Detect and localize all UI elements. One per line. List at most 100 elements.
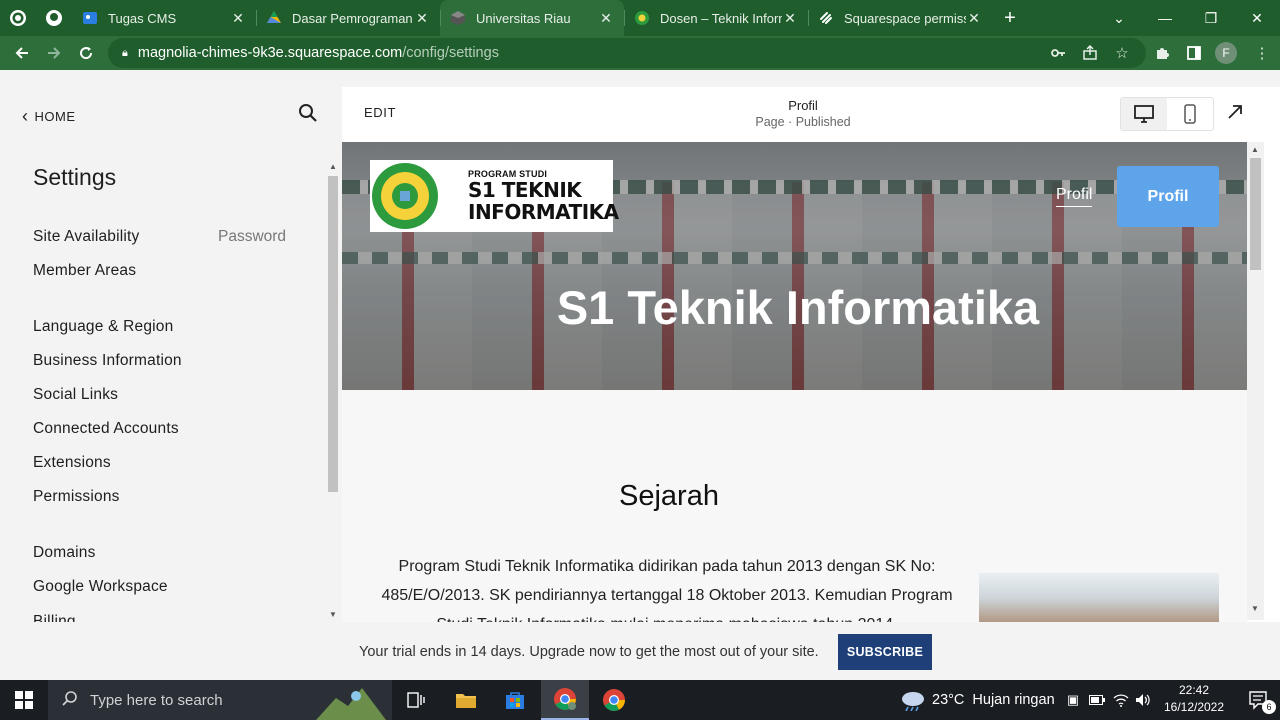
reload-icon	[80, 47, 93, 60]
tab-dasar-pemrograman[interactable]: Dasar Pemrograman P ✕	[256, 0, 440, 36]
more-menu-icon[interactable]: ⋮	[1246, 36, 1278, 70]
file-explorer-button[interactable]	[442, 680, 490, 720]
speaker-icon[interactable]	[1132, 680, 1154, 720]
bookmark-star-icon[interactable]: ☆	[1106, 36, 1138, 70]
task-view-icon	[407, 692, 425, 708]
settings-item-site-availability[interactable]: Site Availability	[33, 228, 140, 246]
forward-button[interactable]	[38, 37, 70, 69]
notification-count-badge: 6	[1262, 700, 1276, 714]
chrome-icon	[603, 689, 625, 711]
tab-title: Squarespace permissio	[844, 10, 966, 26]
scroll-down-arrow[interactable]: ▼	[1251, 604, 1259, 613]
site-availability-value: Password	[218, 228, 287, 245]
close-tab-icon[interactable]: ✕	[598, 10, 614, 27]
new-tab-button[interactable]: +	[992, 0, 1028, 36]
close-tab-icon[interactable]: ✕	[414, 10, 430, 27]
windows-logo-icon	[15, 691, 33, 709]
settings-panel: ‹ HOME Settings Site Availability Passwo…	[0, 70, 342, 622]
chrome-profile-button[interactable]	[541, 680, 589, 720]
notification-center-button[interactable]: 6	[1236, 680, 1280, 720]
chrome-button[interactable]	[590, 680, 638, 720]
search-placeholder: Type here to search	[90, 691, 223, 709]
store-icon	[506, 692, 524, 709]
settings-item-billing[interactable]: Billing	[33, 612, 76, 622]
person-doc-icon	[82, 10, 98, 26]
task-view-button[interactable]	[392, 680, 440, 720]
scroll-up-arrow[interactable]: ▲	[329, 162, 337, 171]
whatsapp-icon	[10, 10, 26, 26]
github-pinned-tab[interactable]	[36, 0, 72, 36]
settings-item-connected-accounts[interactable]: Connected Accounts	[33, 420, 179, 438]
browser-tab-strip: Tugas CMS ✕ Dasar Pemrograman P ✕ Univer…	[0, 0, 1280, 36]
search-icon	[299, 104, 317, 122]
tab-squarespace-permissions[interactable]: Squarespace permissio ✕	[808, 0, 992, 36]
profile-avatar[interactable]: F	[1210, 36, 1242, 70]
arrow-right-icon	[48, 47, 61, 59]
google-drive-icon	[266, 10, 282, 26]
squarespace-icon	[818, 10, 834, 26]
settings-item-permissions[interactable]: Permissions	[33, 488, 120, 506]
close-window-button[interactable]: ✕	[1234, 0, 1280, 36]
minimize-button[interactable]: —	[1142, 0, 1188, 36]
subscribe-button[interactable]: SUBSCRIBE	[838, 634, 932, 670]
key-icon[interactable]	[1042, 36, 1074, 70]
start-button[interactable]	[0, 680, 48, 720]
back-button[interactable]	[6, 37, 38, 69]
profil-button[interactable]: Profil	[1117, 166, 1219, 227]
address-bar[interactable]: 🔒︎ magnolia-chimes-9k3e.squarespace.com /…	[108, 38, 1146, 68]
panel-scrollbar[interactable]: ▲ ▼	[326, 162, 340, 622]
desktop-icon	[1134, 105, 1154, 123]
weather-temp: 23°C	[932, 692, 965, 708]
close-tab-icon[interactable]: ✕	[782, 10, 798, 27]
site-logo[interactable]: PROGRAM STUDI S1 TEKNIK INFORMATIKA	[370, 160, 619, 232]
section-paragraph: Program Studi Teknik Informatika didirik…	[381, 558, 953, 622]
extensions-icon[interactable]	[1146, 36, 1178, 70]
tab-tugas-cms[interactable]: Tugas CMS ✕	[72, 0, 256, 36]
logo-line-2: S1 TEKNIK	[468, 178, 582, 202]
preview-scrollbar[interactable]: ▲ ▼	[1247, 142, 1264, 620]
whatsapp-pinned-tab[interactable]	[0, 0, 36, 36]
tab-search-chevron-icon[interactable]: ⌄	[1096, 0, 1142, 36]
weather-widget[interactable]: 23°C Hujan ringan	[900, 680, 1055, 720]
settings-item-member-areas[interactable]: Member Areas	[33, 262, 136, 280]
tab-dosen-teknik[interactable]: Dosen – Teknik Inform ✕	[624, 0, 808, 36]
scrollbar-thumb[interactable]	[328, 176, 338, 492]
university-logo-icon	[634, 10, 650, 26]
arrow-left-icon	[15, 47, 28, 59]
scroll-up-arrow[interactable]: ▲	[1251, 145, 1259, 154]
settings-item-business-information[interactable]: Business Information	[33, 352, 182, 370]
home-link[interactable]: ‹ HOME	[22, 106, 76, 127]
store-button[interactable]	[491, 680, 539, 720]
tab-universitas-riau[interactable]: Universitas Riau ✕	[440, 0, 624, 36]
wifi-icon[interactable]	[1110, 680, 1132, 720]
close-tab-icon[interactable]: ✕	[230, 10, 246, 27]
university-emblem-icon	[370, 160, 440, 232]
mobile-view-button[interactable]	[1167, 98, 1213, 130]
close-tab-icon[interactable]: ✕	[966, 10, 982, 27]
mobile-icon	[1184, 104, 1196, 124]
battery-icon[interactable]	[1086, 680, 1108, 720]
desktop-view-button[interactable]	[1121, 98, 1167, 130]
search-button[interactable]	[298, 103, 320, 125]
expand-arrow-icon[interactable]	[1226, 103, 1244, 127]
taskbar-search[interactable]: Type here to search	[48, 680, 392, 720]
lock-icon: 🔒︎	[122, 46, 128, 59]
nav-link-profil[interactable]: Profil	[1056, 186, 1093, 207]
share-icon[interactable]	[1074, 36, 1106, 70]
side-panel-icon[interactable]	[1178, 36, 1210, 70]
settings-item-language-region[interactable]: Language & Region	[33, 318, 173, 336]
scroll-down-arrow[interactable]: ▼	[329, 610, 337, 619]
system-clock[interactable]: 22:42 16/12/2022	[1156, 682, 1232, 716]
settings-item-social-links[interactable]: Social Links	[33, 386, 118, 404]
chevron-left-icon: ‹	[22, 106, 29, 126]
restore-button[interactable]: ❐	[1188, 0, 1234, 36]
settings-item-google-workspace[interactable]: Google Workspace	[33, 578, 168, 596]
settings-item-extensions[interactable]: Extensions	[33, 454, 111, 472]
reload-button[interactable]	[70, 37, 102, 69]
site-page: PROGRAM STUDI S1 TEKNIK INFORMATIKA Prof…	[342, 142, 1247, 622]
scrollbar-thumb[interactable]	[1250, 158, 1261, 270]
meet-now-icon[interactable]: ▣	[1062, 680, 1084, 720]
clock-date: 16/12/2022	[1163, 700, 1225, 714]
hero-banner: PROGRAM STUDI S1 TEKNIK INFORMATIKA Prof…	[342, 142, 1247, 390]
settings-item-domains[interactable]: Domains	[33, 544, 96, 562]
